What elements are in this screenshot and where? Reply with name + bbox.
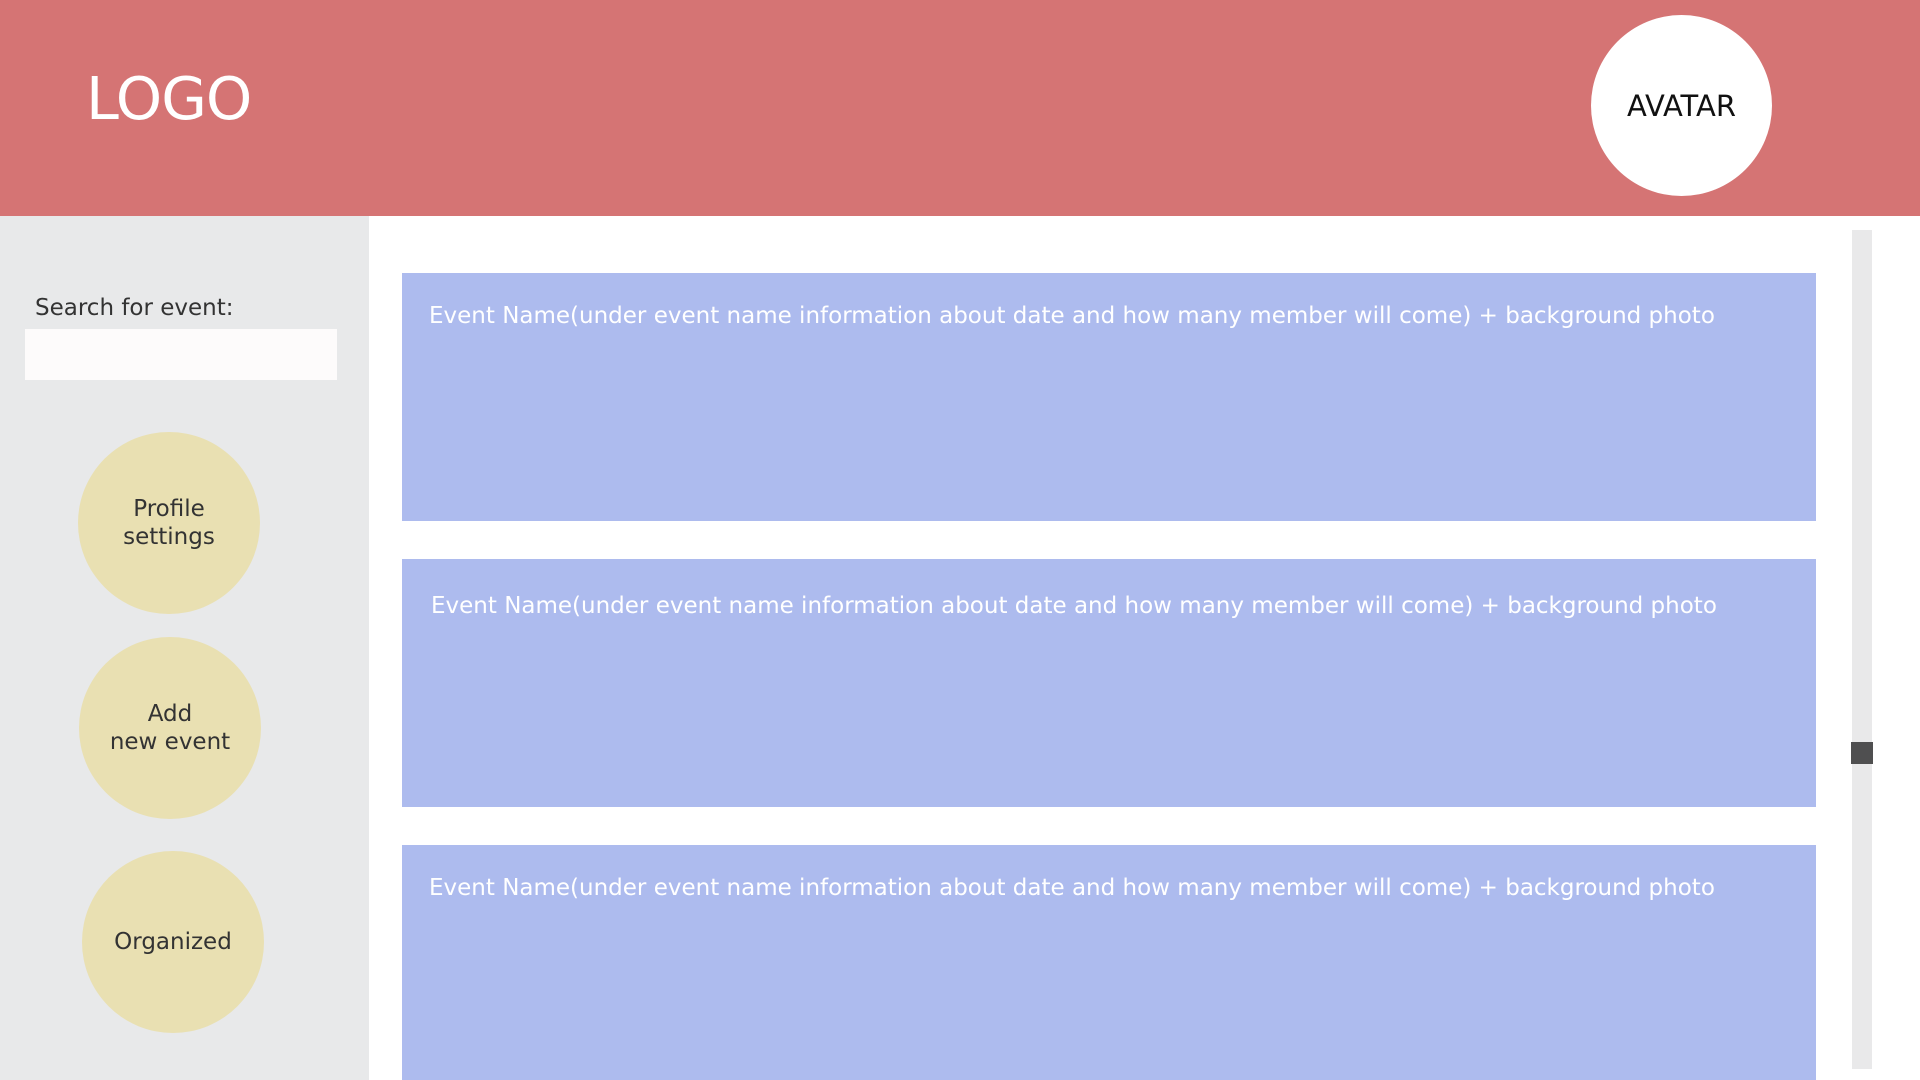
event-feed: Event Name(under event name information … [369, 216, 1920, 1080]
organized-button[interactable]: Organized [82, 851, 264, 1033]
profile-settings-button[interactable]: Profile settings [78, 432, 260, 614]
avatar[interactable]: AVATAR [1591, 15, 1772, 196]
event-card-title: Event Name(under event name information … [429, 303, 1715, 329]
event-card[interactable]: Event Name(under event name information … [402, 845, 1816, 1080]
event-card-title: Event Name(under event name information … [429, 875, 1715, 901]
search-label: Search for event: [35, 295, 234, 321]
event-card[interactable]: Event Name(under event name information … [402, 273, 1816, 521]
search-input[interactable] [25, 329, 337, 380]
logo[interactable]: LOGO [86, 64, 252, 133]
event-card[interactable]: Event Name(under event name information … [402, 559, 1816, 807]
header-bar: LOGO AVATAR [0, 0, 1920, 216]
add-new-event-button[interactable]: Add new event [79, 637, 261, 819]
scrollbar-track[interactable] [1852, 230, 1872, 1069]
sidebar: Search for event: Profile settings Add n… [0, 216, 369, 1080]
event-card-title: Event Name(under event name information … [431, 593, 1717, 619]
scrollbar-thumb[interactable] [1851, 742, 1873, 764]
